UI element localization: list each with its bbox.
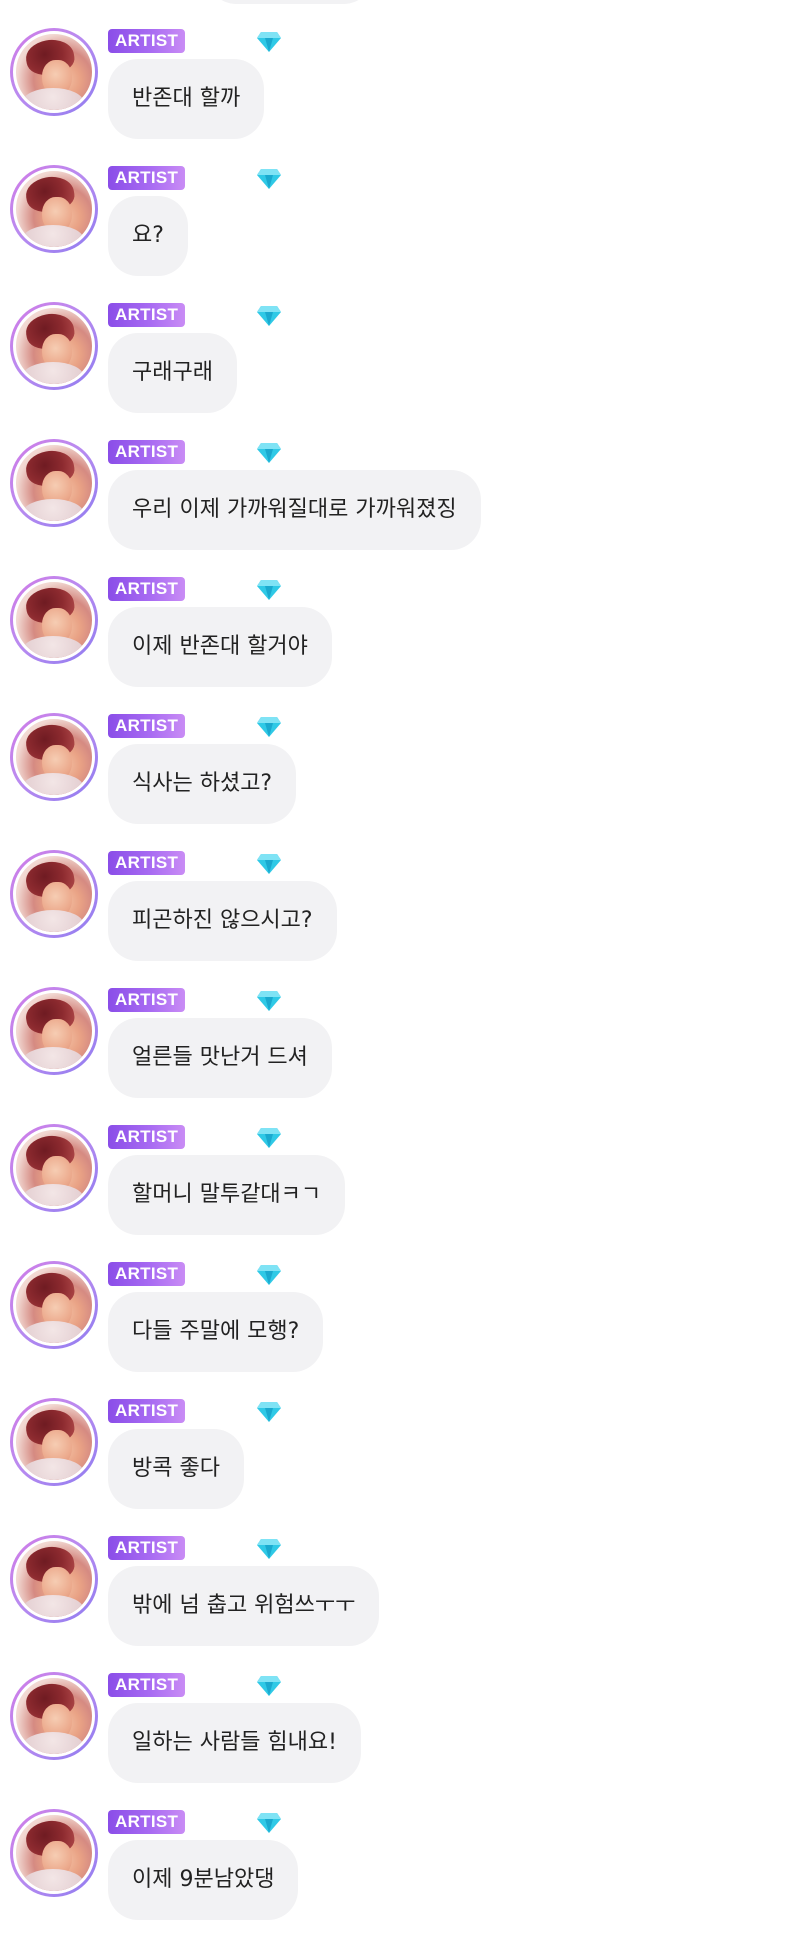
artist-avatar[interactable] — [10, 1672, 98, 1760]
artist-avatar[interactable] — [10, 302, 98, 390]
chat-message: ARTIST 이제 반존대 할거야 — [0, 576, 810, 713]
artist-avatar[interactable] — [10, 713, 98, 801]
artist-avatar[interactable] — [10, 1809, 98, 1897]
message-bubble[interactable]: 일하는 사람들 힘내요! — [108, 1703, 361, 1783]
diamond-icon — [257, 1813, 281, 1833]
chat-message: ARTIST 반존대 할까 — [0, 28, 810, 165]
artist-badge: ARTIST — [108, 714, 186, 738]
message-bubble[interactable]: 이제 반존대 할거야 — [108, 607, 332, 687]
diamond-icon — [257, 1402, 281, 1422]
message-bubble[interactable]: 식사는 하셨고? — [108, 744, 297, 824]
diamond-icon — [257, 717, 281, 737]
diamond-icon — [257, 580, 281, 600]
message-bubble[interactable]: 얼른들 맛난거 드셔 — [108, 1018, 332, 1098]
artist-avatar[interactable] — [10, 28, 98, 116]
artist-avatar[interactable] — [10, 165, 98, 253]
artist-avatar[interactable] — [10, 1261, 98, 1349]
chat-message: ARTIST 피곤하진 않으시고? — [0, 850, 810, 987]
artist-badge: ARTIST — [108, 1536, 186, 1560]
diamond-icon — [257, 169, 281, 189]
artist-avatar[interactable] — [10, 439, 98, 527]
chat-message: ARTIST 요? — [0, 165, 810, 302]
artist-avatar[interactable] — [10, 850, 98, 938]
chat-message: ARTIST 이제 9분남았댕 — [0, 1809, 810, 1946]
diamond-icon — [257, 1128, 281, 1148]
message-bubble[interactable]: 우리 이제 가까워질대로 가까워졌징 — [108, 470, 481, 550]
diamond-icon — [257, 1265, 281, 1285]
artist-badge: ARTIST — [108, 1399, 186, 1423]
chat-message: ARTIST 우리 이제 가까워질대로 가까워졌징 — [0, 439, 810, 576]
chat-message: ARTIST 다들 주말에 모행? — [0, 1261, 810, 1398]
chat-message: ARTIST 밖에 넘 춥고 위험쓰ㅜㅜ — [0, 1535, 810, 1672]
chat-message: ARTIST 할머니 말투같대ㅋㄱ — [0, 1124, 810, 1261]
diamond-icon — [257, 1539, 281, 1559]
artist-badge: ARTIST — [108, 440, 186, 464]
artist-badge: ARTIST — [108, 166, 186, 190]
message-bubble[interactable]: 구래구래 — [108, 333, 237, 413]
chat-message: ARTIST 구래구래 — [0, 302, 810, 439]
artist-badge: ARTIST — [108, 303, 186, 327]
diamond-icon — [257, 443, 281, 463]
previous-message-bubble — [205, 0, 375, 4]
diamond-icon — [257, 991, 281, 1011]
message-bubble[interactable]: 방콕 좋다 — [108, 1429, 244, 1509]
diamond-icon — [257, 306, 281, 326]
diamond-icon — [257, 32, 281, 52]
artist-badge: ARTIST — [108, 1262, 186, 1286]
artist-avatar[interactable] — [10, 1535, 98, 1623]
artist-avatar[interactable] — [10, 987, 98, 1075]
artist-badge: ARTIST — [108, 577, 186, 601]
diamond-icon — [257, 854, 281, 874]
artist-badge: ARTIST — [108, 1125, 186, 1149]
message-bubble[interactable]: 밖에 넘 춥고 위험쓰ㅜㅜ — [108, 1566, 380, 1646]
chat-message: ARTIST 일하는 사람들 힘내요! — [0, 1672, 810, 1809]
message-bubble[interactable]: 이제 9분남았댕 — [108, 1840, 299, 1920]
artist-avatar[interactable] — [10, 1124, 98, 1212]
message-bubble[interactable]: 다들 주말에 모행? — [108, 1292, 324, 1372]
chat-message: ARTIST 방콕 좋다 — [0, 1398, 810, 1535]
message-bubble[interactable]: 피곤하진 않으시고? — [108, 881, 337, 961]
diamond-icon — [257, 1676, 281, 1696]
artist-avatar[interactable] — [10, 576, 98, 664]
artist-badge: ARTIST — [108, 1810, 186, 1834]
chat-message: ARTIST 식사는 하셨고? — [0, 713, 810, 850]
artist-badge: ARTIST — [108, 988, 186, 1012]
artist-badge: ARTIST — [108, 29, 186, 53]
artist-avatar[interactable] — [10, 1398, 98, 1486]
message-bubble[interactable]: 할머니 말투같대ㅋㄱ — [108, 1155, 346, 1235]
artist-badge: ARTIST — [108, 851, 186, 875]
message-bubble[interactable]: 요? — [108, 196, 188, 276]
artist-badge: ARTIST — [108, 1673, 186, 1697]
chat-message: ARTIST 얼른들 맛난거 드셔 — [0, 987, 810, 1124]
message-bubble[interactable]: 반존대 할까 — [108, 59, 265, 139]
